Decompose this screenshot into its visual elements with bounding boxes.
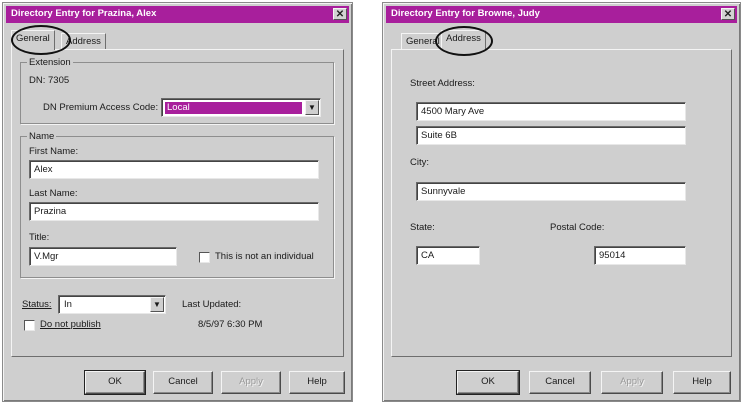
help-button[interactable]: Help: [289, 371, 345, 394]
extension-group-label: Extension: [27, 57, 73, 68]
help-button[interactable]: Help: [673, 371, 731, 394]
not-individual-checkbox[interactable]: [199, 252, 210, 263]
last-name-input[interactable]: Prazina: [29, 202, 319, 221]
status-label: Status:: [22, 299, 52, 310]
tab-general[interactable]: General: [11, 30, 55, 50]
street-line1-input[interactable]: 4500 Mary Ave: [416, 102, 686, 121]
postal-code-input[interactable]: 95014: [594, 246, 686, 265]
apply-button[interactable]: Apply: [221, 371, 281, 394]
city-label: City:: [410, 157, 429, 168]
name-group-label: Name: [27, 131, 57, 142]
last-updated-label: Last Updated:: [182, 299, 242, 310]
last-name-label: Last Name:: [29, 188, 78, 199]
premium-access-select[interactable]: Local ▼: [161, 98, 321, 117]
premium-access-value: Local: [165, 102, 302, 114]
do-not-publish-label: Do not publish: [40, 319, 101, 330]
name-group: Name First Name: Alex Last Name: Prazina…: [20, 131, 334, 278]
do-not-publish-checkbox[interactable]: [24, 320, 35, 331]
status-label-text: Status:: [22, 299, 52, 310]
street-line2-input[interactable]: Suite 6B: [416, 126, 686, 145]
first-name-input[interactable]: Alex: [29, 160, 319, 179]
extension-group: Extension DN: 7305 DN Premium Access Cod…: [20, 57, 334, 124]
chevron-down-icon[interactable]: ▼: [150, 297, 164, 312]
state-input[interactable]: CA: [416, 246, 480, 265]
directory-entry-dialog-browne: Directory Entry for Browne, Judy ✕ Gener…: [382, 2, 741, 402]
state-label: State:: [410, 222, 435, 233]
city-input[interactable]: Sunnyvale: [416, 182, 686, 201]
tab-address[interactable]: Address: [61, 33, 106, 49]
tab-address[interactable]: Address: [441, 30, 486, 50]
ok-button[interactable]: OK: [84, 370, 146, 395]
chevron-down-icon[interactable]: ▼: [305, 100, 319, 115]
title-bar[interactable]: Directory Entry for Browne, Judy ✕: [386, 6, 737, 23]
apply-button[interactable]: Apply: [601, 371, 663, 394]
status-value: In: [64, 299, 72, 310]
cancel-button[interactable]: Cancel: [153, 371, 213, 394]
not-individual-label: This is not an individual: [215, 251, 314, 262]
title-label: Title:: [29, 232, 50, 243]
status-select[interactable]: In ▼: [58, 295, 166, 314]
dn-label: DN: 7305: [29, 75, 70, 86]
cancel-button[interactable]: Cancel: [529, 371, 591, 394]
first-name-label: First Name:: [29, 146, 79, 157]
dialog-title: Directory Entry for Prazina, Alex: [11, 8, 157, 19]
postal-code-label: Postal Code:: [550, 222, 605, 233]
ok-button[interactable]: OK: [456, 370, 520, 395]
title-input[interactable]: V.Mgr: [29, 247, 177, 266]
close-button[interactable]: ✕: [721, 8, 735, 20]
title-bar[interactable]: Directory Entry for Prazina, Alex ✕: [6, 6, 349, 23]
directory-entry-dialog-prazina: Directory Entry for Prazina, Alex ✕ Gene…: [2, 2, 353, 402]
last-updated-value: 8/5/97 6:30 PM: [198, 319, 263, 330]
tab-general[interactable]: General: [401, 33, 445, 49]
tab-panel-address: Street Address: 4500 Mary Ave Suite 6B C…: [391, 49, 732, 357]
do-not-publish-label-text: Do not publish: [40, 319, 101, 330]
dialog-title: Directory Entry for Browne, Judy: [391, 8, 540, 19]
street-address-label: Street Address:: [410, 78, 475, 89]
tab-panel-general: Extension DN: 7305 DN Premium Access Cod…: [11, 49, 344, 357]
close-button[interactable]: ✕: [333, 8, 347, 20]
premium-access-label: DN Premium Access Code:: [43, 102, 159, 113]
